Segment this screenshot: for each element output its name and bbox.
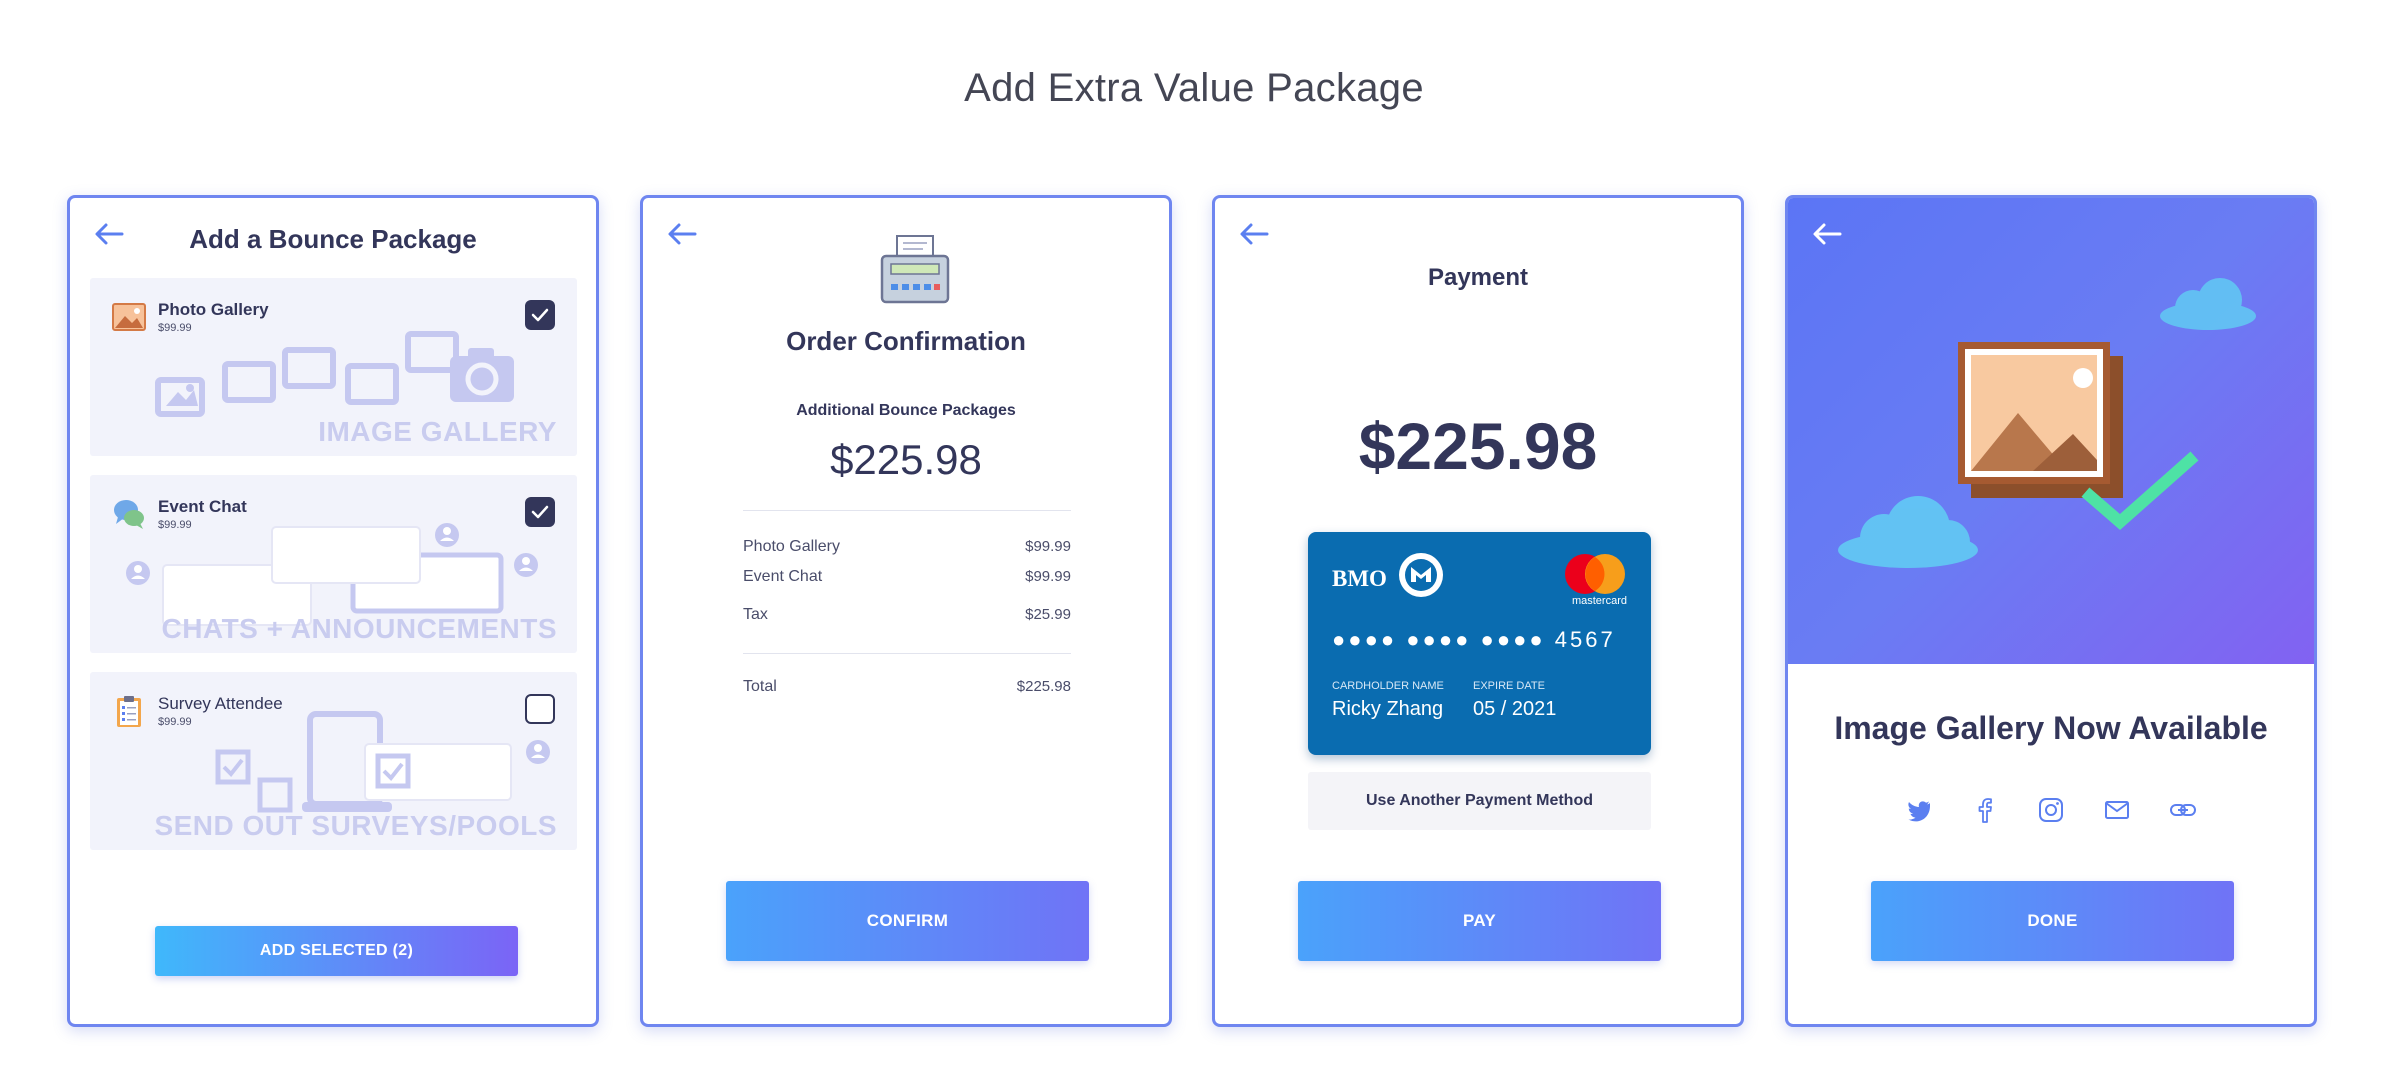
panel-title: Add a Bounce Package <box>189 224 477 254</box>
panel-title: Order Confirmation <box>786 326 1026 356</box>
add-package-panel: Add a Bounce Package Photo Gallery $99.9… <box>67 195 599 1027</box>
image-icon <box>112 303 146 331</box>
page-title: Add Extra Value Package <box>964 66 1424 110</box>
cardholder-name: Ricky Zhang <box>1332 698 1444 720</box>
line-item: Event Chat $99.99 <box>743 568 1071 586</box>
done-button[interactable]: DONE <box>1871 881 2234 961</box>
package-watermark: CHATS + ANNOUNCEMENTS <box>161 613 557 644</box>
instagram-icon[interactable] <box>2037 796 2065 824</box>
clipboard-icon <box>117 696 141 727</box>
payment-panel: Payment $225.98 BMO mastercard ●●●● ●●●●… <box>1212 195 1744 1027</box>
total-row: Total $225.98 <box>743 678 1071 696</box>
expire-label: EXPIRE DATE <box>1473 680 1545 692</box>
panel-title: Payment <box>1427 264 1529 291</box>
panel-title: Image Gallery Now Available <box>1834 710 2268 746</box>
twitter-icon[interactable] <box>1905 796 1933 824</box>
package-name: Photo Gallery <box>158 300 269 319</box>
package-card-event-chat[interactable]: Event Chat $99.99 CHATS + ANNOUNCEMENTS <box>90 475 577 653</box>
package-name: Survey Attendee <box>158 694 283 713</box>
package-checkbox[interactable] <box>525 497 555 527</box>
line-item: Photo Gallery $99.99 <box>743 538 1071 556</box>
expire-date: 05 / 2021 <box>1473 698 1557 720</box>
back-arrow-icon[interactable] <box>1812 222 1842 246</box>
social-share-row <box>1788 796 2314 824</box>
line-item-value: $99.99 <box>1025 568 1071 585</box>
card-number: ●●●● ●●●● ●●●● 4567 <box>1332 627 1616 652</box>
bank-logo-icon <box>1399 553 1443 597</box>
gallery-success-illustration <box>1838 278 2256 568</box>
add-selected-button[interactable]: ADD SELECTED (2) <box>155 926 518 976</box>
gallery-available-panel: Image Gallery Now Available DONE <box>1785 195 2317 1027</box>
line-item-label: Photo Gallery <box>743 538 840 555</box>
package-name: Event Chat <box>158 497 247 516</box>
line-item-label: Event Chat <box>743 568 823 585</box>
order-confirmation-panel: Order Confirmation Additional Bounce Pac… <box>640 195 1172 1027</box>
total-label: Total <box>743 678 777 695</box>
credit-card[interactable]: BMO mastercard ●●●● ●●●● ●●●● 4567 CARDH… <box>1308 532 1651 755</box>
divider <box>743 510 1071 511</box>
use-another-payment-button[interactable]: Use Another Payment Method <box>1308 772 1651 830</box>
mastercard-logo-icon <box>1565 554 1625 594</box>
back-arrow-icon[interactable] <box>667 222 697 246</box>
mail-icon[interactable] <box>2103 796 2131 824</box>
package-checkbox[interactable] <box>525 694 555 724</box>
package-price: $99.99 <box>158 322 192 334</box>
package-watermark: SEND OUT SURVEYS/POOLS <box>154 810 557 841</box>
package-watermark: IMAGE GALLERY <box>318 416 557 447</box>
package-card-photo-gallery[interactable]: Photo Gallery $99.99 IMAGE GALLERY <box>90 278 577 456</box>
package-card-survey-attendee[interactable]: Survey Attendee $99.99 SEND OUT SURVEYS/… <box>90 672 577 850</box>
receipt-printer-icon <box>880 235 950 304</box>
back-arrow-icon[interactable] <box>1239 222 1269 246</box>
payment-amount: $225.98 <box>1358 409 1598 483</box>
package-price: $99.99 <box>158 519 192 531</box>
divider <box>743 653 1071 654</box>
cardholder-label: CARDHOLDER NAME <box>1332 680 1444 692</box>
confirm-button[interactable]: CONFIRM <box>726 881 1089 961</box>
order-amount: $225.98 <box>830 436 982 483</box>
pay-button[interactable]: PAY <box>1298 881 1661 961</box>
hero-banner <box>1788 198 2314 664</box>
line-item-value: $99.99 <box>1025 538 1071 555</box>
bank-name: BMO <box>1332 566 1387 591</box>
package-price: $99.99 <box>158 716 192 728</box>
package-checkbox[interactable] <box>525 300 555 330</box>
card-brand: mastercard <box>1571 595 1627 607</box>
facebook-icon[interactable] <box>1971 796 1999 824</box>
line-item-value: $25.99 <box>1025 606 1071 623</box>
section-subtitle: Additional Bounce Packages <box>796 402 1016 419</box>
chat-icon <box>114 500 144 529</box>
link-icon[interactable] <box>2169 796 2197 824</box>
total-value: $225.98 <box>1016 678 1071 695</box>
checkmark-icon <box>531 308 549 322</box>
line-item: Tax $25.99 <box>743 606 1071 624</box>
line-item-label: Tax <box>743 606 768 623</box>
checkmark-icon <box>531 505 549 519</box>
